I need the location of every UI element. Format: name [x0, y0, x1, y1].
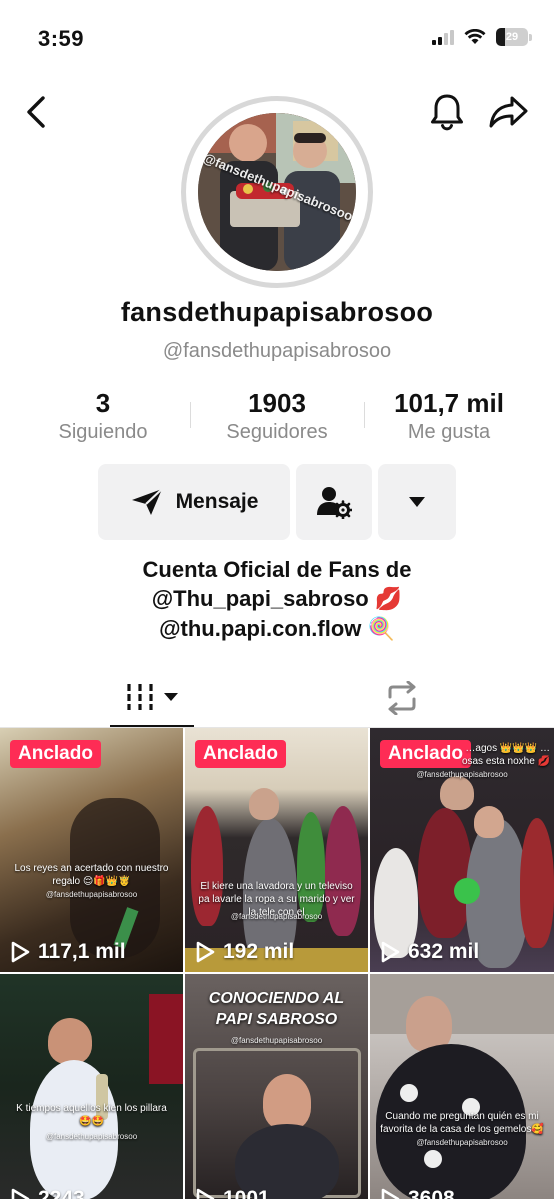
bio-line-1: Cuenta Oficial de Fans de: [142, 557, 412, 582]
back-button[interactable]: [18, 92, 54, 132]
message-button-label: Mensaje: [175, 490, 259, 513]
play-icon: [11, 941, 30, 963]
stat-divider: [190, 402, 191, 428]
follow-options-button[interactable]: [296, 464, 372, 540]
pinned-badge: Anclado: [195, 740, 286, 768]
more-options-button[interactable]: [378, 464, 456, 540]
video-tile[interactable]: K tiempos aquellos kien los pillara 🤩🤩 @…: [0, 974, 183, 1199]
view-count: 3608: [380, 1187, 455, 1199]
stat-likes-value: 101,7 mil: [394, 388, 504, 418]
video-tile[interactable]: Cuando me preguntan quién es mi favorita…: [370, 974, 554, 1199]
video-caption: Cuando me preguntan quién es mi favorita…: [380, 1111, 544, 1135]
tab-reposts[interactable]: [362, 668, 442, 728]
video-caption: …agos 👑👑👑 …osas esta noxhe 💋: [461, 743, 550, 767]
video-tile[interactable]: Anclado Los reyes an acertado con nuestr…: [0, 728, 183, 972]
video-grid: Anclado Los reyes an acertado con nuestr…: [0, 728, 554, 1199]
send-icon: [131, 488, 163, 515]
bell-icon: [431, 94, 463, 131]
view-count-value: 192 mil: [223, 940, 295, 963]
view-count: 2243: [10, 1187, 85, 1199]
view-count-value: 2243: [38, 1187, 85, 1199]
status-time: 3:59: [38, 26, 85, 51]
stat-followers[interactable]: 1903 Seguidores: [192, 388, 362, 444]
battery-cap: [529, 33, 532, 41]
repost-icon: [388, 681, 416, 715]
message-button[interactable]: Mensaje: [98, 464, 290, 540]
view-count: 192 mil: [195, 940, 294, 964]
stat-followers-value: 1903: [248, 388, 306, 418]
battery-level: 29: [505, 31, 519, 43]
video-watermark: @fansdethupapisabrosoo: [45, 890, 138, 899]
display-name: fansdethupapisabrosoo: [120, 297, 434, 327]
view-count-value: 3608: [408, 1187, 455, 1199]
tab-videos[interactable]: [110, 668, 194, 728]
video-watermark: @fansdethupapisabrosoo: [416, 1138, 508, 1147]
bio-mention-1[interactable]: @Thu_papi_sabroso: [152, 586, 369, 611]
caret-down-icon: [409, 497, 425, 507]
video-watermark: @fansdethupapisabrosoo: [45, 1132, 138, 1141]
video-caption: K tiempos aquellos kien los pillara 🤩🤩: [16, 1103, 167, 1127]
bio-emoji-kiss: 💋: [374, 587, 403, 612]
video-caption: Los reyes an acertado con nuestro regalo…: [14, 863, 169, 887]
view-count-value: 632 mil: [408, 940, 480, 963]
video-watermark: @fansdethupapisabrosoo: [416, 770, 508, 779]
avatar-ring: @fansdethupapisabrosoo: [181, 96, 373, 288]
notifications-button[interactable]: [426, 90, 468, 134]
caret-down-icon: [164, 692, 178, 701]
video-watermark: @fansdethupapisabrosoo: [230, 912, 323, 921]
cellular-signal-icon: [432, 29, 454, 45]
pinned-badge: Anclado: [10, 740, 101, 768]
stat-likes: 101,7 mil Me gusta: [364, 388, 534, 444]
bio: Cuenta Oficial de Fans de @Thu_papi_sabr…: [0, 555, 554, 644]
user-settings-icon: [317, 487, 352, 519]
bio-mention-2[interactable]: @thu.papi.con.flow: [159, 616, 361, 641]
video-tile[interactable]: Anclado …agos 👑👑👑 …osas esta noxhe 💋 @fa…: [370, 728, 554, 972]
username: @fansdethupapisabrosoo: [162, 340, 392, 362]
share-icon: [489, 96, 528, 128]
video-watermark: @fansdethupapisabrosoo: [230, 1036, 323, 1045]
view-count: 117,1 mil: [10, 940, 126, 964]
bio-line-2: @Thu_papi_sabroso 💋: [0, 584, 554, 614]
battery-icon: 29: [496, 28, 528, 46]
bio-line-3: @thu.papi.con.flow 🍭: [0, 614, 554, 644]
play-icon: [11, 1188, 30, 1199]
status-icons: 29: [432, 28, 532, 46]
view-count-value: 117,1 mil: [38, 940, 126, 963]
video-title-overlay: CONOCIENDO AL PAPI SABROSO: [208, 990, 345, 1028]
video-tile[interactable]: Anclado El kiere una lavadora y un telev…: [185, 728, 368, 972]
stat-likes-label: Me gusta: [407, 421, 491, 443]
status-bar: 3:59 29: [0, 0, 554, 80]
stat-following-value: 3: [95, 388, 111, 418]
play-icon: [196, 1188, 215, 1199]
stat-following-label: Siguiendo: [58, 421, 148, 443]
share-profile-button[interactable]: [486, 92, 532, 132]
battery-fill: [496, 28, 506, 46]
stat-followers-label: Seguidores: [226, 421, 328, 443]
play-icon: [381, 1188, 400, 1199]
view-count: 632 mil: [380, 940, 479, 964]
wifi-icon: [464, 29, 486, 44]
play-icon: [196, 941, 215, 963]
bio-emoji-lollipop: 🍭: [367, 617, 395, 642]
view-count-value: 1001: [223, 1187, 270, 1199]
grid-icon: [127, 683, 153, 710]
stat-following[interactable]: 3 Siguiendo: [18, 388, 188, 444]
chevron-left-icon: [27, 96, 45, 128]
profile-avatar[interactable]: @fansdethupapisabrosoo: [198, 113, 356, 271]
play-icon: [381, 941, 400, 963]
view-count: 1001: [195, 1187, 270, 1199]
video-tile[interactable]: CONOCIENDO AL PAPI SABROSO @fansdethupap…: [185, 974, 368, 1199]
